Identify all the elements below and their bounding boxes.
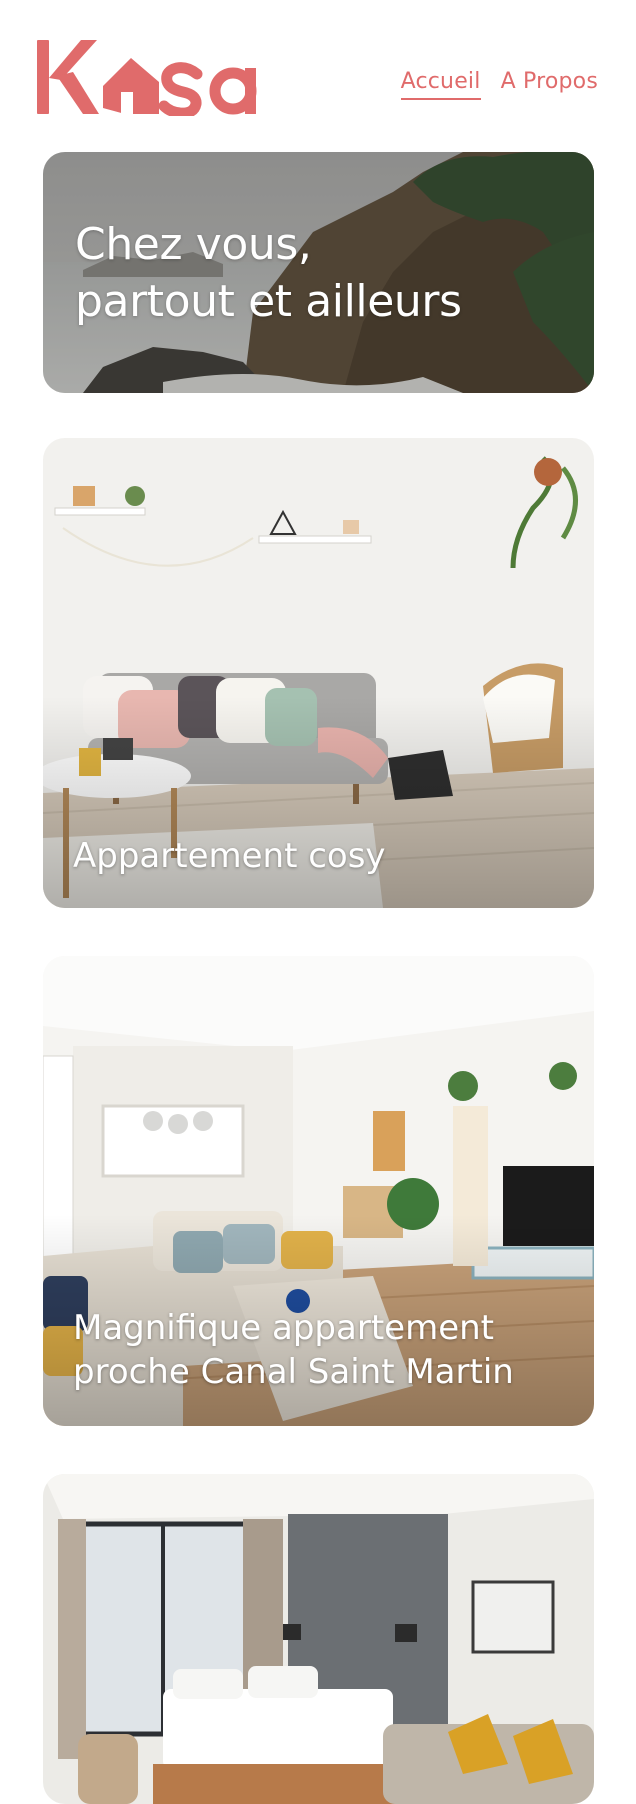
- banner-title: Chez vous, partout et ailleurs: [75, 216, 462, 330]
- nav-link-accueil[interactable]: Accueil: [400, 68, 481, 100]
- banner-title-line-1: Chez vous,: [75, 219, 312, 270]
- site-header: Accueil A Propos: [0, 0, 636, 140]
- kasa-logo[interactable]: [37, 38, 279, 116]
- listing-card[interactable]: Appartement cosy: [43, 438, 594, 908]
- nav-link-a-propos[interactable]: A Propos: [501, 68, 598, 96]
- hero-banner: Chez vous, partout et ailleurs: [43, 152, 594, 393]
- kasa-logo-graphic: [37, 40, 257, 116]
- listing-title: Magnifique appartement proche Canal Sain…: [73, 1308, 514, 1392]
- banner-title-line-2: partout et ailleurs: [75, 276, 462, 327]
- bedroom-image: [43, 1474, 594, 1804]
- main-nav: Accueil A Propos: [400, 68, 598, 100]
- listing-title: Appartement cosy: [73, 836, 386, 876]
- listing-card[interactable]: Magnifique appartement proche Canal Sain…: [43, 956, 594, 1426]
- listing-card[interactable]: [43, 1474, 594, 1804]
- house-icon: [103, 58, 159, 114]
